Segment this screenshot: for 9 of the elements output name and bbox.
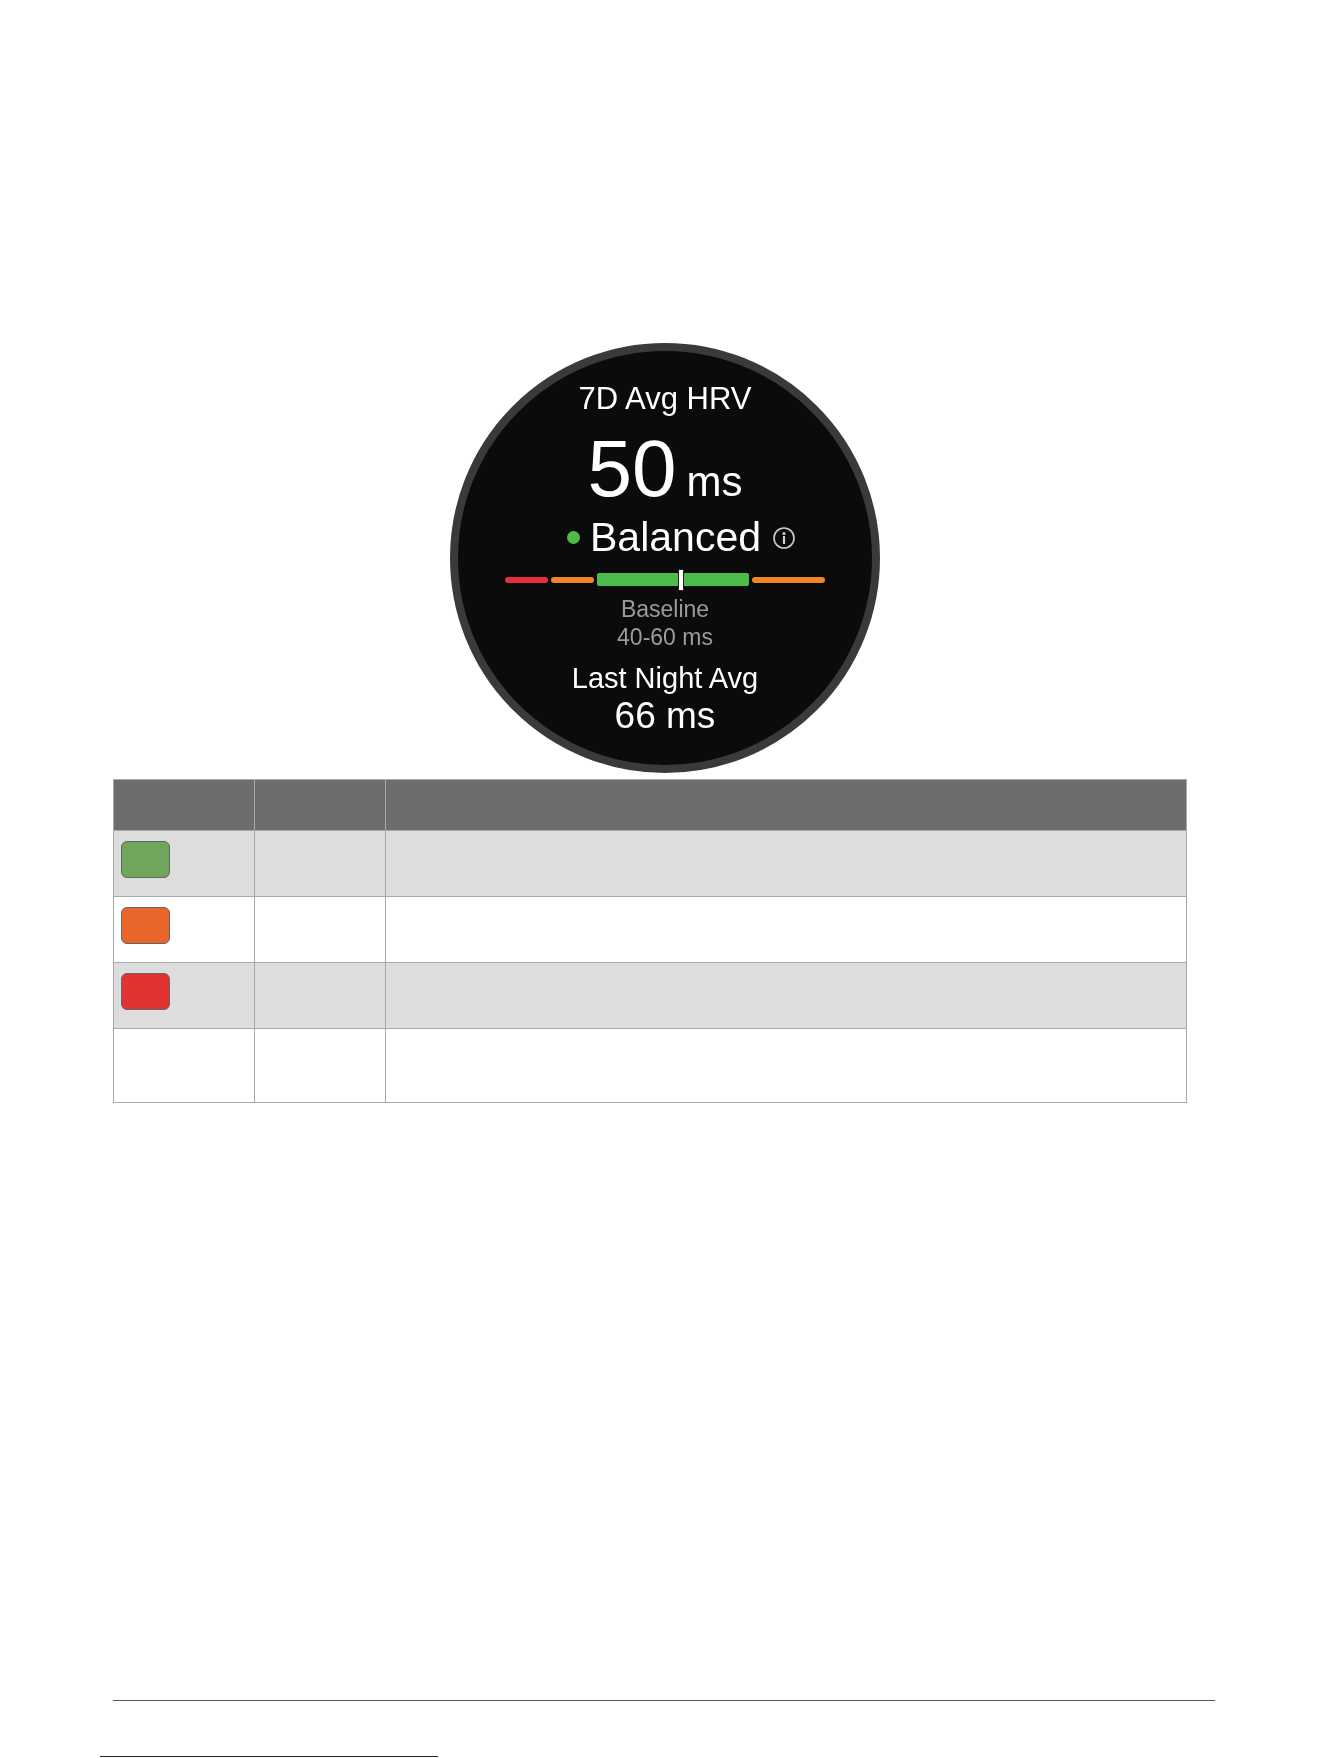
metric-value: 50 [587, 429, 677, 509]
baseline-label: Baseline [620, 595, 710, 623]
baseline-range: 40-60 ms [617, 623, 713, 651]
metric-title: 7D Avg HRV [578, 381, 752, 417]
status-label: Balanced [590, 517, 761, 558]
last-night-value: 66 ms [614, 697, 716, 734]
unit-label: ms [686, 461, 743, 503]
info-icon[interactable] [773, 526, 795, 549]
last-night-label: Last Night Avg [571, 661, 759, 695]
